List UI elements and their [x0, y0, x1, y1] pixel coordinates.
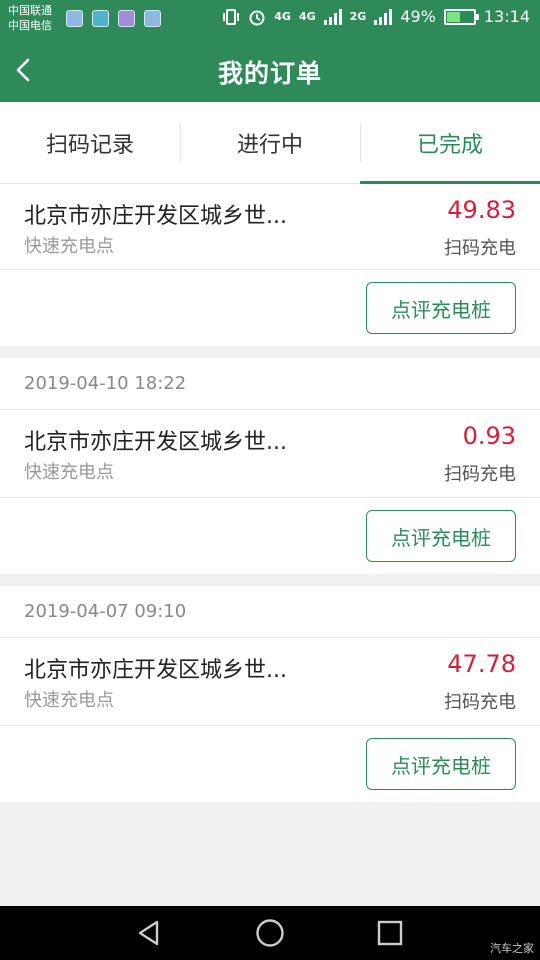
vibrate-icon [223, 8, 240, 25]
station-name: 北京市亦庄开发区城乡世... [24, 204, 287, 229]
keyboard-notification-icon [118, 10, 135, 27]
charge-mode: 扫码充电 [444, 464, 516, 485]
order-list: 北京市亦庄开发区城乡世... 快速充电点 49.83 扫码充电 点评充电桩 20… [0, 184, 540, 814]
order-card: 北京市亦庄开发区城乡世... 快速充电点 49.83 扫码充电 点评充电桩 [0, 184, 540, 346]
order-card: 2019-04-07 09:10 北京市亦庄开发区城乡世... 快速充电点 47… [0, 586, 540, 802]
order-info[interactable]: 北京市亦庄开发区城乡世... 快速充电点 49.83 扫码充电 [0, 184, 540, 270]
order-actions: 点评充电桩 [0, 498, 540, 574]
signal-1-icon [323, 8, 342, 25]
network-type-1: 4G [274, 10, 291, 23]
carrier-2: 中国电信 [8, 19, 52, 32]
network-type-3: 2G [349, 10, 367, 23]
app-header: 我的订单 [0, 38, 540, 102]
watermark: 汽车之家 [490, 942, 534, 955]
review-pile-button[interactable]: 点评充电桩 [366, 738, 516, 790]
station-type: 快速充电点 [24, 462, 114, 483]
tab-completed[interactable]: 已完成 [360, 102, 540, 184]
page-title: 我的订单 [217, 59, 322, 88]
status-bar: 中国联通 中国电信 4G 4G 2G 49% 13:14 [0, 0, 540, 38]
network-type-2: 4G [298, 10, 316, 23]
order-actions: 点评充电桩 [0, 270, 540, 346]
gallery-notification-icon [66, 10, 83, 27]
station-type: 快速充电点 [24, 690, 114, 711]
order-tabs: 扫码记录 进行中 已完成 [0, 102, 540, 184]
nav-back-icon[interactable] [133, 917, 165, 949]
clock: 13:14 [483, 7, 530, 26]
tab-scan-records[interactable]: 扫码记录 [0, 102, 180, 183]
station-name: 北京市亦庄开发区城乡世... [24, 658, 287, 683]
signal-2-icon [374, 8, 393, 25]
nav-home-icon[interactable] [254, 917, 286, 949]
order-date: 2019-04-07 09:10 [0, 586, 540, 638]
station-type: 快速充电点 [24, 236, 114, 257]
battery-icon [443, 8, 479, 25]
carrier-info: 中国联通 中国电信 [8, 3, 52, 33]
carrier-1: 中国联通 [8, 4, 52, 17]
order-date: 2019-04-10 18:22 [0, 358, 540, 410]
order-actions: 点评充电桩 [0, 726, 540, 802]
system-nav-bar: 汽车之家 [0, 906, 540, 960]
tab-in-progress[interactable]: 进行中 [180, 102, 360, 183]
alarm-icon [249, 10, 265, 25]
station-name: 北京市亦庄开发区城乡世... [24, 430, 287, 455]
charge-mode: 扫码充电 [444, 692, 516, 713]
order-info[interactable]: 北京市亦庄开发区城乡世... 快速充电点 47.78 扫码充电 [0, 638, 540, 726]
nav-recents-icon[interactable] [374, 917, 406, 949]
wifi-notification-icon [144, 10, 161, 27]
review-pile-button[interactable]: 点评充电桩 [366, 510, 516, 562]
order-amount: 49.83 [447, 196, 516, 224]
order-amount: 0.93 [462, 422, 516, 450]
charge-mode: 扫码充电 [444, 238, 516, 259]
order-info[interactable]: 北京市亦庄开发区城乡世... 快速充电点 0.93 扫码充电 [0, 410, 540, 498]
app-notification-icon [92, 10, 109, 27]
notification-icons [66, 10, 161, 27]
battery-percent: 49% [400, 7, 436, 26]
review-pile-button[interactable]: 点评充电桩 [366, 282, 516, 334]
order-amount: 47.78 [447, 650, 516, 678]
order-card: 2019-04-10 18:22 北京市亦庄开发区城乡世... 快速充电点 0.… [0, 358, 540, 574]
